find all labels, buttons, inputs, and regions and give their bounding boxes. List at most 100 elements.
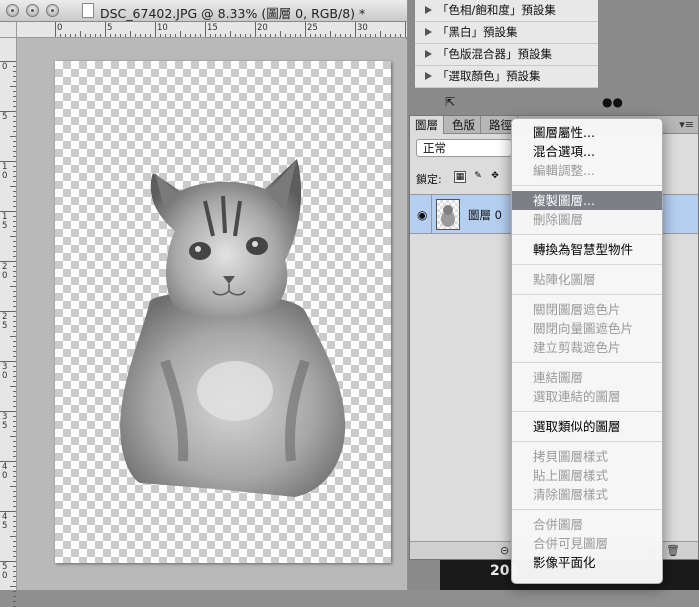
- blend-mode-select[interactable]: 正常: [416, 139, 512, 157]
- ruler-label: 5 0: [2, 562, 8, 581]
- ruler-label: 5: [2, 112, 8, 122]
- ruler-origin[interactable]: [0, 22, 17, 38]
- ruler-tick: [13, 121, 16, 122]
- ruler-tick: [320, 34, 321, 37]
- layer-thumbnail-image: [441, 205, 455, 227]
- ruler-tick: [340, 34, 341, 37]
- ruler-tick: [315, 34, 316, 37]
- ruler-tick: [195, 34, 196, 37]
- ruler-vertical[interactable]: 0 5 1 0 1 5 2 0 2 5 3 0 3 5 4 0 4 5 5 0: [0, 38, 17, 607]
- menu-item[interactable]: 影像平面化: [512, 553, 662, 572]
- tab-channels[interactable]: 色版: [447, 116, 481, 134]
- ruler-tick: [13, 446, 16, 447]
- ruler-tick: [13, 206, 16, 207]
- ruler-tick: [13, 521, 16, 522]
- ruler-tick: [13, 276, 16, 277]
- panel-menu-icon[interactable]: ▾≡: [679, 118, 694, 131]
- ruler-tick: [13, 366, 16, 367]
- disclosure-triangle-icon: [425, 72, 432, 80]
- lock-position-icon[interactable]: ✥: [489, 171, 501, 183]
- ruler-tick: [245, 34, 246, 37]
- cat-image: [120, 159, 346, 497]
- ruler-tick: [0, 461, 16, 462]
- ruler-tick: [105, 22, 106, 37]
- ruler-tick: [13, 601, 16, 602]
- menu-item[interactable]: 選取類似的圖層: [512, 417, 662, 436]
- ruler-tick: [130, 31, 131, 37]
- trash-icon[interactable]: 🗑: [666, 544, 680, 557]
- return-to-list-icon[interactable]: ⇱: [442, 96, 458, 109]
- link-layers-icon[interactable]: ⊝: [500, 544, 509, 557]
- disclosure-triangle-icon: [425, 6, 432, 14]
- ruler-tick: [13, 456, 16, 457]
- tab-layers[interactable]: 圖層: [410, 116, 444, 134]
- menu-item[interactable]: 混合選項...: [512, 142, 662, 161]
- ruler-tick: [13, 176, 16, 177]
- ruler-tick: [175, 34, 176, 37]
- ruler-tick: [13, 151, 16, 152]
- ruler-tick: [13, 171, 16, 172]
- ruler-tick: [13, 581, 16, 582]
- ruler-label: 5: [107, 23, 113, 33]
- ruler-tick: [13, 306, 16, 307]
- ruler-tick: [13, 301, 16, 302]
- ruler-label: 3 0: [2, 362, 8, 381]
- ruler-tick: [13, 596, 16, 597]
- menu-item[interactable]: 複製圖層...: [512, 191, 662, 210]
- ruler-tick: [10, 486, 16, 487]
- ruler-tick: [85, 34, 86, 37]
- ruler-tick: [10, 186, 16, 187]
- lock-transparent-pixels-icon[interactable]: ▦: [454, 171, 466, 183]
- ruler-tick: [13, 141, 16, 142]
- ruler-tick: [13, 571, 16, 572]
- ruler-tick: [0, 511, 16, 512]
- clip-to-layer-icon[interactable]: ●●: [602, 96, 623, 109]
- layer-thumbnail[interactable]: [436, 199, 460, 230]
- ruler-label: 0: [2, 62, 8, 72]
- ruler-tick: [13, 471, 16, 472]
- ruler-tick: [0, 61, 16, 62]
- ruler-horizontal[interactable]: 05101520253035: [17, 22, 451, 38]
- layer-name[interactable]: 圖層 0: [468, 207, 502, 223]
- ruler-tick: [13, 466, 16, 467]
- menu-separator: [512, 234, 662, 235]
- ruler-tick: [0, 211, 16, 212]
- ruler-tick: [13, 591, 16, 592]
- preset-hue-saturation[interactable]: 「色相/飽和度」預設集: [415, 0, 598, 22]
- ruler-tick: [300, 34, 301, 37]
- preset-selective-color[interactable]: 「選取顏色」預設集: [415, 66, 598, 88]
- ruler-tick: [405, 22, 406, 37]
- ruler-tick: [13, 296, 16, 297]
- ruler-tick: [200, 34, 201, 37]
- minimize-window-button[interactable]: [26, 4, 39, 17]
- ruler-tick: [13, 291, 16, 292]
- document-titlebar[interactable]: DSC_67402.JPG @ 8.33% (圖層 0, RGB/8) *: [0, 0, 407, 22]
- ruler-tick: [13, 441, 16, 442]
- ruler-tick: [275, 34, 276, 37]
- disclosure-triangle-icon: [425, 28, 432, 36]
- document-canvas[interactable]: [55, 61, 391, 563]
- ruler-tick: [13, 341, 16, 342]
- ruler-label: 2 5: [2, 312, 8, 331]
- preset-channel-mixer[interactable]: 「色版混合器」預設集: [415, 44, 598, 66]
- ruler-tick: [70, 34, 71, 37]
- ruler-tick: [310, 34, 311, 37]
- menu-item[interactable]: 圖層屬性...: [512, 123, 662, 142]
- menu-item[interactable]: 轉換為智慧型物件: [512, 240, 662, 259]
- ruler-tick: [13, 501, 16, 502]
- ruler-tick: [13, 326, 16, 327]
- ruler-tick: [305, 22, 306, 37]
- ruler-tick: [235, 34, 236, 37]
- lock-label: 鎖定:: [416, 173, 442, 186]
- disclosure-triangle-icon: [425, 50, 432, 58]
- visibility-toggle[interactable]: ◉: [412, 195, 432, 233]
- ruler-tick: [210, 34, 211, 37]
- close-window-button[interactable]: [6, 4, 19, 17]
- ruler-tick: [13, 576, 16, 577]
- lock-image-pixels-icon[interactable]: ✎: [472, 171, 484, 183]
- preset-black-white[interactable]: 「黑白」預設集: [415, 22, 598, 44]
- zoom-window-button[interactable]: [46, 4, 59, 17]
- ruler-tick: [13, 221, 16, 222]
- ruler-tick: [13, 566, 16, 567]
- ruler-tick: [360, 34, 361, 37]
